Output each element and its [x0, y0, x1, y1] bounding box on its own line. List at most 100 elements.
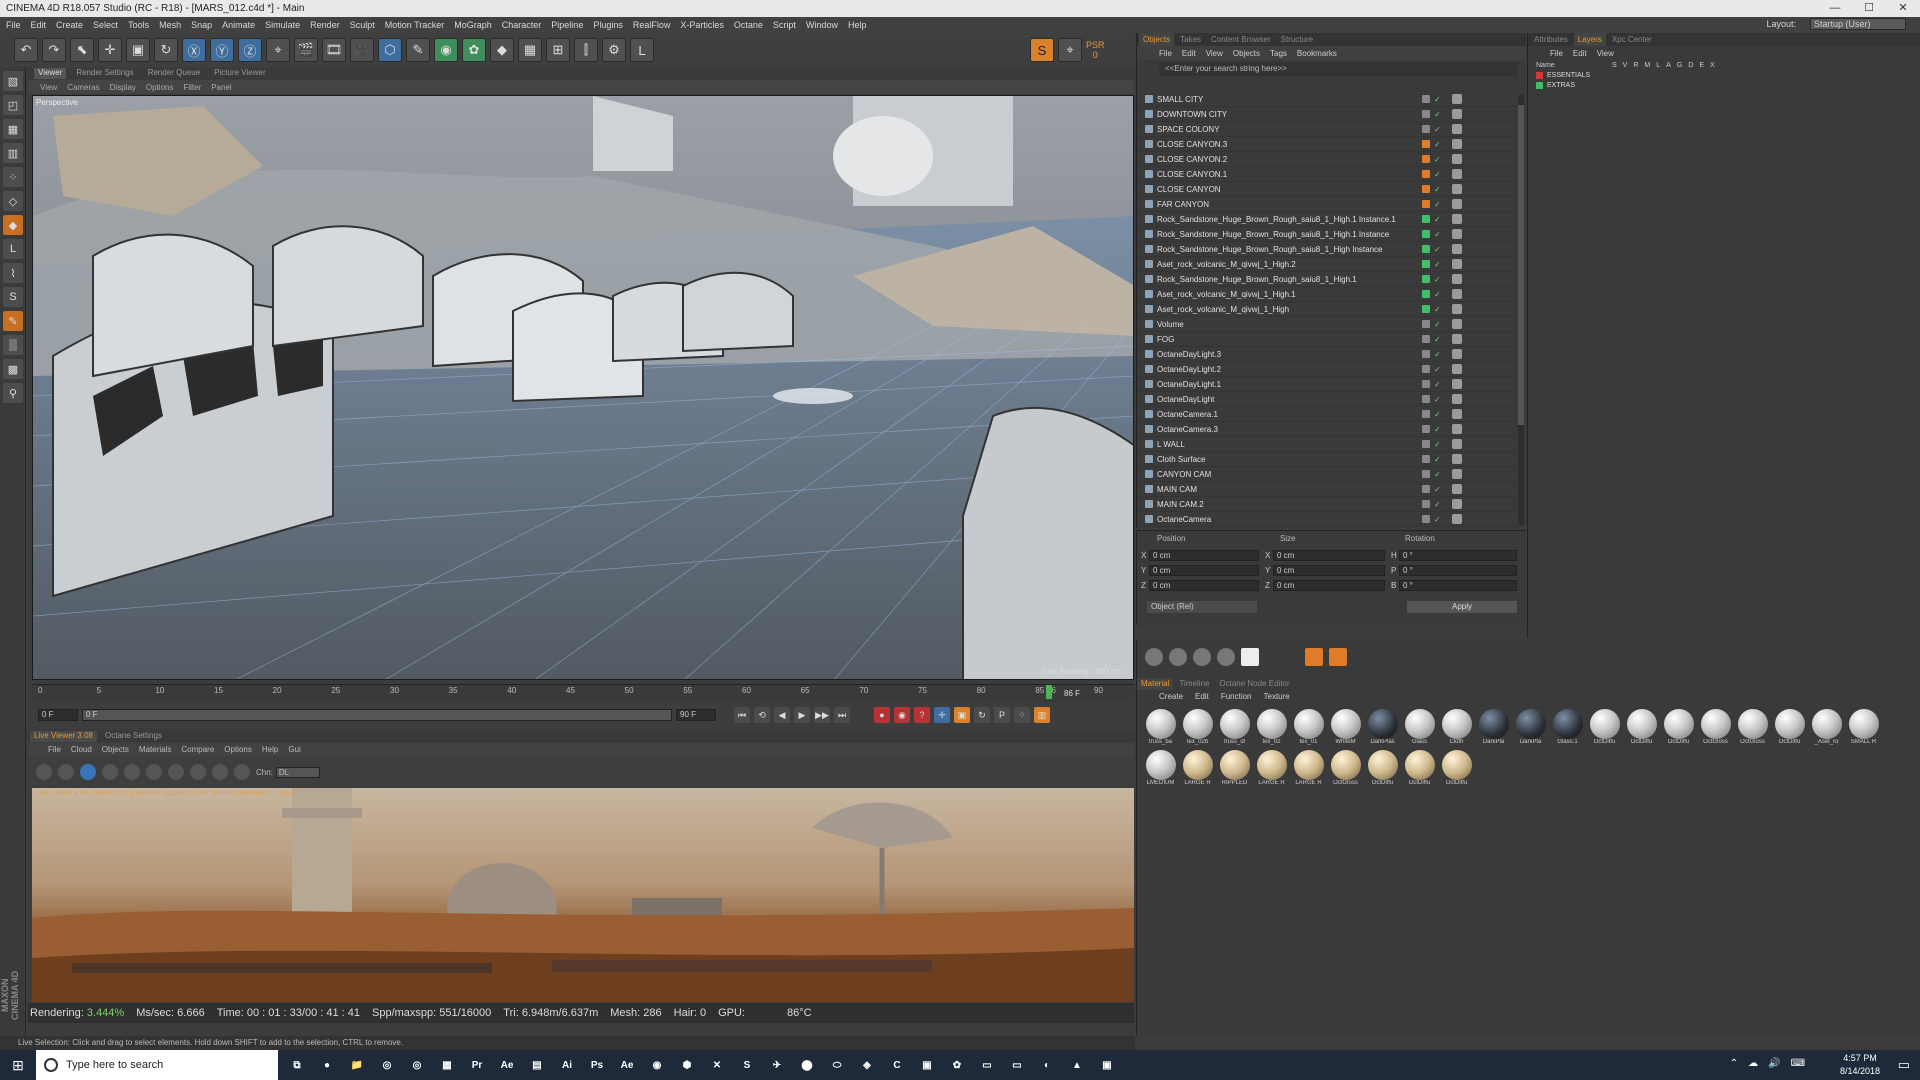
layer-row[interactable]: ESSENTIALS [1528, 70, 1920, 80]
live-viewer-menu-item[interactable]: Help [262, 745, 278, 754]
material-swatch[interactable]: RIPPLED [1219, 750, 1250, 786]
taskbar-app-icon[interactable]: C [882, 1050, 912, 1080]
toolbar-tool-icon[interactable]: ↷ [42, 38, 66, 62]
object-name[interactable]: Rock_Sandstone_Huge_Brown_Rough_saiu8_1_… [1157, 275, 1417, 284]
objects-tab[interactable]: Structure [1277, 33, 1317, 46]
object-name[interactable]: OctaneDayLight.1 [1157, 380, 1417, 389]
taskbar-app-icon[interactable]: ◎ [372, 1050, 402, 1080]
taskbar-app-icon[interactable]: ▤ [522, 1050, 552, 1080]
object-row[interactable]: FAR CANYON ✓ [1137, 197, 1517, 212]
object-name[interactable]: MAIN CAM [1157, 485, 1417, 494]
toolbar-tool-icon[interactable]: ▣ [126, 38, 150, 62]
materials-menu-item[interactable]: Create [1159, 692, 1183, 701]
toolbar-tool-icon[interactable]: ✛ [98, 38, 122, 62]
object-name[interactable]: OctaneDayLight.2 [1157, 365, 1417, 374]
object-row[interactable]: CANYON CAM ✓ [1137, 467, 1517, 482]
restart-icon[interactable] [58, 764, 74, 780]
taskbar-app-icon[interactable]: ▭ [1002, 1050, 1032, 1080]
visibility-check-icon[interactable]: ✓ [1434, 200, 1441, 209]
object-row[interactable]: OctaneDayLight ✓ [1137, 392, 1517, 407]
menu-item-octane[interactable]: Octane [734, 20, 763, 30]
object-tag-icon[interactable] [1452, 349, 1462, 359]
toolbar-tool-icon[interactable]: 🎬 [294, 38, 318, 62]
object-tag-icon[interactable] [1452, 364, 1462, 374]
toolbar-tool-icon[interactable]: ↶ [14, 38, 38, 62]
position-key-icon[interactable]: ✛ [934, 707, 950, 723]
record-icon[interactable]: ● [874, 707, 890, 723]
object-tag-icon[interactable] [1452, 199, 1462, 209]
object-tag-icon[interactable] [1452, 139, 1462, 149]
object-name[interactable]: CLOSE CANYON.3 [1157, 140, 1417, 149]
object-row[interactable]: OctaneCamera.3 ✓ [1137, 422, 1517, 437]
taskbar-search-input[interactable]: Type here to search [36, 1050, 278, 1080]
paint-icon[interactable]: ▒ [3, 335, 23, 355]
live-render-view[interactable]: Live Viewer 3.08 - MeshGens:0 Meshes:Upd… [32, 788, 1134, 1002]
material-swatch[interactable]: WhiteM [1330, 709, 1361, 745]
material-swatch[interactable]: OctDiffu [1626, 709, 1657, 745]
edges-mode-icon[interactable]: ◇ [3, 191, 23, 211]
materials-tab[interactable]: Timeline [1175, 678, 1213, 690]
menu-item-pipeline[interactable]: Pipeline [551, 20, 583, 30]
channel-dropdown[interactable]: DL [275, 766, 320, 778]
viewport-tab[interactable]: Viewer [34, 68, 67, 79]
object-name[interactable]: MAIN CAM.2 [1157, 500, 1417, 509]
visibility-check-icon[interactable]: ✓ [1434, 230, 1441, 239]
menu-item-mograph[interactable]: MoGraph [454, 20, 492, 30]
objects-menu-item[interactable]: Objects [1233, 49, 1260, 58]
taskbar-app-icon[interactable]: ✿ [942, 1050, 972, 1080]
menu-item-animate[interactable]: Animate [222, 20, 255, 30]
live-viewer-menu-item[interactable]: File [48, 745, 61, 754]
object-row[interactable]: Aset_rock_volcanic_M_qivwj_1_High ✓ [1137, 302, 1517, 317]
lock-icon[interactable]: ⚲ [3, 383, 23, 403]
pla-key-icon[interactable]: ⁘ [1014, 707, 1030, 723]
taskbar-app-icon[interactable]: ▣ [912, 1050, 942, 1080]
tray-icon[interactable]: ⌨ [1791, 1058, 1805, 1069]
viewport-menu-item[interactable]: Cameras [67, 83, 99, 92]
objects-search-input[interactable]: <<Enter your search string here>> [1159, 62, 1518, 76]
material-swatch[interactable]: LMEDIUM [1145, 750, 1176, 786]
workplane-icon[interactable]: ⌖ [1058, 38, 1082, 62]
object-row[interactable]: CLOSE CANYON.1 ✓ [1137, 167, 1517, 182]
object-tag-icon[interactable] [1452, 439, 1462, 449]
taskbar-app-icon[interactable]: ◈ [852, 1050, 882, 1080]
object-tag-icon[interactable] [1452, 244, 1462, 254]
object-tag-icon[interactable] [1452, 409, 1462, 419]
object-tag-icon[interactable] [1452, 229, 1462, 239]
object-name[interactable]: Rock_Sandstone_Huge_Brown_Rough_saiu8_1_… [1157, 215, 1417, 224]
material-swatch[interactable]: _Aset_ro [1811, 709, 1842, 745]
object-row[interactable]: Rock_Sandstone_Huge_Brown_Rough_saiu8_1_… [1137, 272, 1517, 287]
toolbar-tool-icon[interactable]: ⊞ [546, 38, 570, 62]
material-swatch[interactable]: truss_dl [1219, 709, 1250, 745]
visibility-check-icon[interactable]: ✓ [1434, 305, 1441, 314]
make-editable-icon[interactable]: ▧ [3, 71, 23, 91]
live-viewer-menu-item[interactable]: Options [224, 745, 252, 754]
material-swatch[interactable]: OctDiffu [1441, 750, 1472, 786]
taskbar-app-icon[interactable]: Ae [612, 1050, 642, 1080]
object-tag-icon[interactable] [1452, 394, 1462, 404]
octane-material-icon[interactable] [1305, 648, 1323, 666]
polygons-mode-icon[interactable]: ◆ [3, 215, 23, 235]
object-tag-icon[interactable] [1452, 499, 1462, 509]
visibility-check-icon[interactable]: ✓ [1434, 485, 1441, 494]
menu-item-plugins[interactable]: Plugins [593, 20, 623, 30]
snap-icon[interactable]: S [1030, 38, 1054, 62]
autokey-icon[interactable]: ◉ [894, 707, 910, 723]
menu-item-sculpt[interactable]: Sculpt [350, 20, 375, 30]
live-viewer-menu-item[interactable]: Compare [181, 745, 214, 754]
end-frame-field[interactable]: 90 F [676, 709, 716, 721]
grid-icon[interactable]: ▩ [3, 359, 23, 379]
toolbar-tool-icon[interactable]: Ⓨ [210, 38, 234, 62]
visibility-check-icon[interactable]: ✓ [1434, 140, 1441, 149]
material-swatch[interactable]: Glass [1404, 709, 1435, 745]
toolbar-tool-icon[interactable]: ✎ [406, 38, 430, 62]
layers-tab[interactable]: Xpc Center [1608, 33, 1656, 46]
materials-menu-item[interactable]: Function [1221, 692, 1252, 701]
material-swatch[interactable]: OctGloss [1737, 709, 1768, 745]
material-swatch[interactable]: OctGloss [1330, 750, 1361, 786]
objects-menu-item[interactable]: Bookmarks [1297, 49, 1337, 58]
visibility-check-icon[interactable]: ✓ [1434, 365, 1441, 374]
object-tag-icon[interactable] [1452, 319, 1462, 329]
rotation-key-icon[interactable]: ↻ [974, 707, 990, 723]
toolbar-tool-icon[interactable]: 🎥 [350, 38, 374, 62]
preview-sphere-icon[interactable] [1217, 648, 1235, 666]
